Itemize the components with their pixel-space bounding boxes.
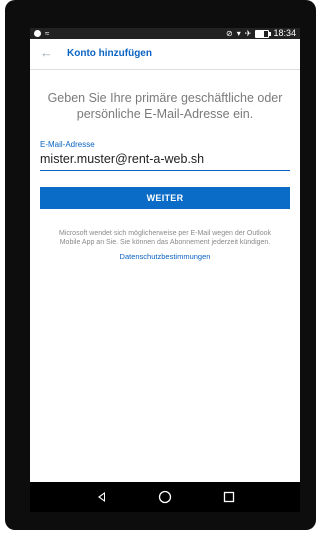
- nav-recents-button[interactable]: [220, 488, 238, 506]
- instruction-text: Geben Sie Ihre primäre geschäftliche ode…: [47, 91, 283, 121]
- nav-home-button[interactable]: [156, 488, 174, 506]
- privacy-link[interactable]: Datenschutzbestimmungen: [30, 252, 300, 261]
- email-field[interactable]: mister.muster@rent-a-web.sh: [40, 152, 290, 171]
- alarm-icon: ⊘: [226, 29, 233, 38]
- disclaimer-text: Microsoft wendet sich möglicherweise per…: [58, 230, 272, 246]
- page-title: Konto hinzufügen: [67, 48, 152, 59]
- arrow-left-icon[interactable]: ←: [40, 46, 53, 60]
- circle-home-icon: [158, 490, 172, 504]
- app-bar: ← Konto hinzufügen: [30, 39, 300, 70]
- square-recents-icon: [223, 491, 235, 503]
- app-screen: ← Konto hinzufügen Geben Sie Ihre primär…: [30, 39, 300, 482]
- signal-icon: ≈: [45, 29, 50, 38]
- airplane-icon: ✈: [244, 29, 252, 38]
- wifi-icon: ▾: [236, 29, 241, 38]
- continue-button[interactable]: WEITER: [40, 187, 290, 209]
- navigation-bar: [30, 482, 300, 512]
- battery-icon: [255, 29, 272, 38]
- triangle-back-icon: [97, 492, 105, 502]
- email-label: E-Mail-Adresse: [40, 140, 95, 149]
- status-time: 18:34: [273, 28, 296, 38]
- nav-back-button[interactable]: [92, 488, 110, 506]
- status-bar: ≈ ⊘ ▾ ✈ 18:34: [30, 28, 300, 39]
- notification-icon: [34, 30, 41, 37]
